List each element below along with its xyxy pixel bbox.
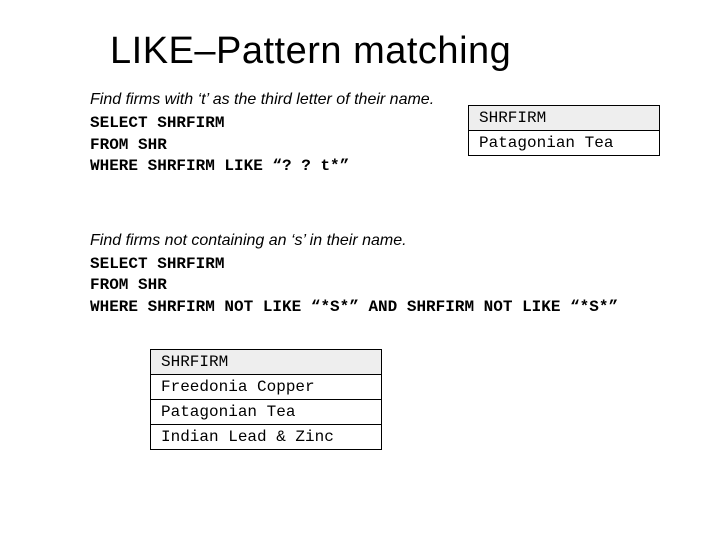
example2-prompt: Find firms not containing an ‘s’ in thei… (90, 232, 650, 250)
code-line: FROM SHR (90, 276, 167, 294)
table-header: SHRFIRM (151, 349, 382, 374)
slide-title: LIKE–Pattern matching (110, 30, 650, 73)
example2-sql: SELECT SHRFIRM FROM SHR WHERE SHRFIRM NO… (90, 254, 650, 319)
code-line: WHERE SHRFIRM LIKE “? ? t*” (90, 157, 349, 175)
code-line: FROM SHR (90, 136, 167, 154)
code-line: SELECT SHRFIRM (90, 114, 224, 132)
example1-result-table: SHRFIRM Patagonian Tea (468, 105, 660, 156)
code-line: WHERE SHRFIRM NOT LIKE “*S*” AND SHRFIRM… (90, 298, 618, 316)
example2-result-table: SHRFIRM Freedonia Copper Patagonian Tea … (150, 349, 382, 450)
code-line: SELECT SHRFIRM (90, 255, 224, 273)
table-cell: Patagonian Tea (151, 399, 382, 424)
table-cell: Indian Lead & Zinc (151, 424, 382, 449)
table-header: SHRFIRM (469, 106, 660, 131)
table-cell: Freedonia Copper (151, 374, 382, 399)
table-cell: Patagonian Tea (469, 131, 660, 156)
